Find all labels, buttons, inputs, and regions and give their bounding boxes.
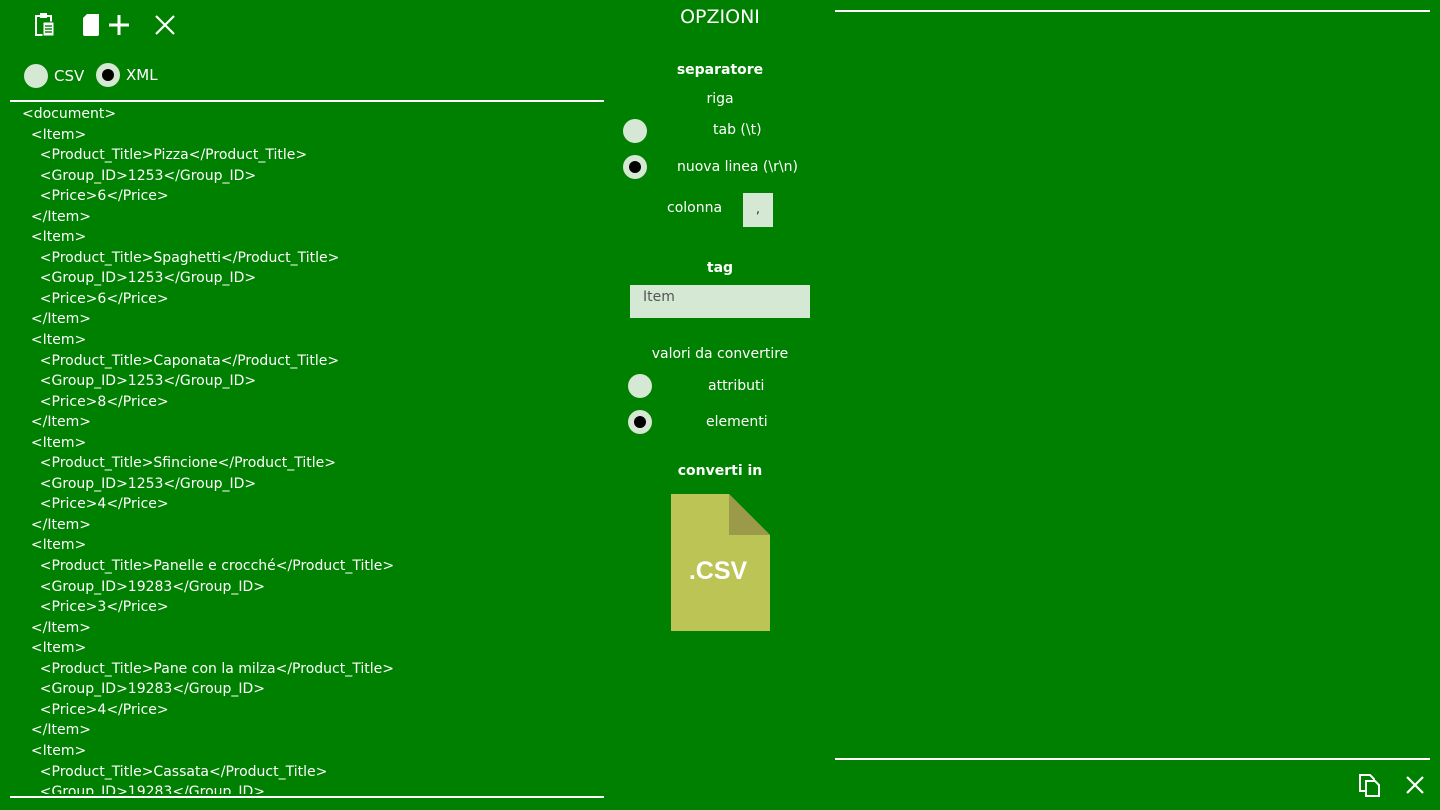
tag-heading: tag xyxy=(706,260,734,276)
input-bottom-divider xyxy=(10,796,604,798)
input-line: <Product_Title>Pizza</Product_Title> xyxy=(22,147,308,164)
convert-to-csv-button[interactable]: .CSV xyxy=(671,494,770,631)
clear-output-button[interactable] xyxy=(1405,775,1425,795)
input-line: <Price>4</Price> xyxy=(22,701,169,718)
copy-icon xyxy=(1359,774,1380,797)
input-line: <Item> xyxy=(22,434,87,451)
input-line: <Product_Title>Panelle e crocché</Produc… xyxy=(22,558,395,575)
input-line: <Group_ID>1253</Group_ID> xyxy=(22,475,257,492)
input-line: <Item> xyxy=(22,229,87,246)
close-icon xyxy=(1406,776,1424,794)
input-line: <Item> xyxy=(22,126,87,143)
xml-radio[interactable] xyxy=(96,63,120,87)
value-option-elements[interactable]: elementi xyxy=(628,410,808,436)
values-label: valori da convertire xyxy=(651,346,789,362)
row-option-newline[interactable]: nuova linea (\r\n) xyxy=(623,155,813,181)
input-line: <Price>6</Price> xyxy=(22,290,169,307)
input-line: <Group_ID>19283</Group_ID> xyxy=(22,681,266,698)
paste-button[interactable] xyxy=(32,12,58,38)
options-title: OPZIONI xyxy=(680,6,760,28)
input-textarea[interactable]: <document> <Item> <Product_Title>Pizza</… xyxy=(10,104,604,794)
convert-heading: converti in xyxy=(677,463,763,479)
input-line: <document> xyxy=(22,106,117,122)
input-line: <Group_ID>1253</Group_ID> xyxy=(22,167,257,184)
input-line: </Item> xyxy=(22,311,91,328)
input-line: <Product_Title>Pane con la milza</Produc… xyxy=(22,660,394,677)
clear-input-button[interactable] xyxy=(154,14,176,36)
tag-input-value: Item xyxy=(643,289,675,305)
tab-radio-label: tab (\t) xyxy=(713,122,762,138)
input-line: <Price>8</Price> xyxy=(22,393,169,410)
input-line: </Item> xyxy=(22,208,91,225)
csv-radio[interactable] xyxy=(24,64,48,88)
format-option-xml[interactable]: XML xyxy=(96,63,158,87)
input-line: <Item> xyxy=(22,742,87,759)
convert-button-label: .CSV xyxy=(688,557,748,585)
input-line: <Group_ID>19283</Group_ID> xyxy=(22,578,266,595)
column-label: colonna xyxy=(667,200,723,216)
copy-output-button[interactable] xyxy=(1358,773,1382,797)
row-option-tab[interactable]: tab (\t) xyxy=(623,119,813,145)
input-line: <Product_Title>Cassata</Product_Title> xyxy=(22,763,328,780)
input-line: <Price>6</Price> xyxy=(22,188,169,205)
tab-radio[interactable] xyxy=(623,119,647,143)
input-line: </Item> xyxy=(22,722,91,739)
input-line: </Item> xyxy=(22,414,91,431)
attributes-radio[interactable] xyxy=(628,374,652,398)
elements-radio-label: elementi xyxy=(706,414,768,430)
input-line: <Price>4</Price> xyxy=(22,496,169,513)
input-line: <Price>3</Price> xyxy=(22,599,169,616)
format-option-csv[interactable]: CSV xyxy=(24,64,84,88)
clipboard-icon xyxy=(35,13,55,37)
input-line: <Product_Title>Sfincione</Product_Title> xyxy=(22,455,336,472)
newline-radio-label: nuova linea (\r\n) xyxy=(677,159,798,175)
new-document-button[interactable] xyxy=(82,13,130,37)
value-option-attributes[interactable]: attributi xyxy=(628,374,808,400)
xml-radio-label: XML xyxy=(126,66,158,84)
column-separator-value: , xyxy=(755,202,761,217)
input-line: <Item> xyxy=(22,537,87,554)
input-line: <Item> xyxy=(22,332,87,349)
input-line: </Item> xyxy=(22,516,91,533)
row-label: riga xyxy=(706,91,734,107)
input-line: <Group_ID>1253</Group_ID> xyxy=(22,270,257,287)
separator-heading: separatore xyxy=(676,62,764,78)
new-document-plus-icon xyxy=(83,14,129,36)
csv-radio-label: CSV xyxy=(54,67,85,85)
elements-radio[interactable] xyxy=(628,410,652,434)
attributes-radio-label: attributi xyxy=(708,378,765,394)
input-line: <Group_ID>19283</Group_ID> xyxy=(22,784,266,794)
input-line: <Product_Title>Caponata</Product_Title> xyxy=(22,352,340,369)
input-line: <Item> xyxy=(22,640,87,657)
close-icon xyxy=(155,15,175,35)
input-line: <Group_ID>1253</Group_ID> xyxy=(22,373,257,390)
input-top-divider xyxy=(10,100,604,102)
tag-input[interactable]: Item xyxy=(630,285,810,318)
input-line: <Product_Title>Spaghetti</Product_Title> xyxy=(22,249,340,266)
input-line: </Item> xyxy=(22,619,91,636)
output-top-divider xyxy=(835,10,1430,12)
output-textarea[interactable] xyxy=(835,14,1430,756)
column-separator-input[interactable]: , xyxy=(743,193,773,227)
output-bottom-divider xyxy=(835,758,1430,760)
newline-radio[interactable] xyxy=(623,155,647,179)
